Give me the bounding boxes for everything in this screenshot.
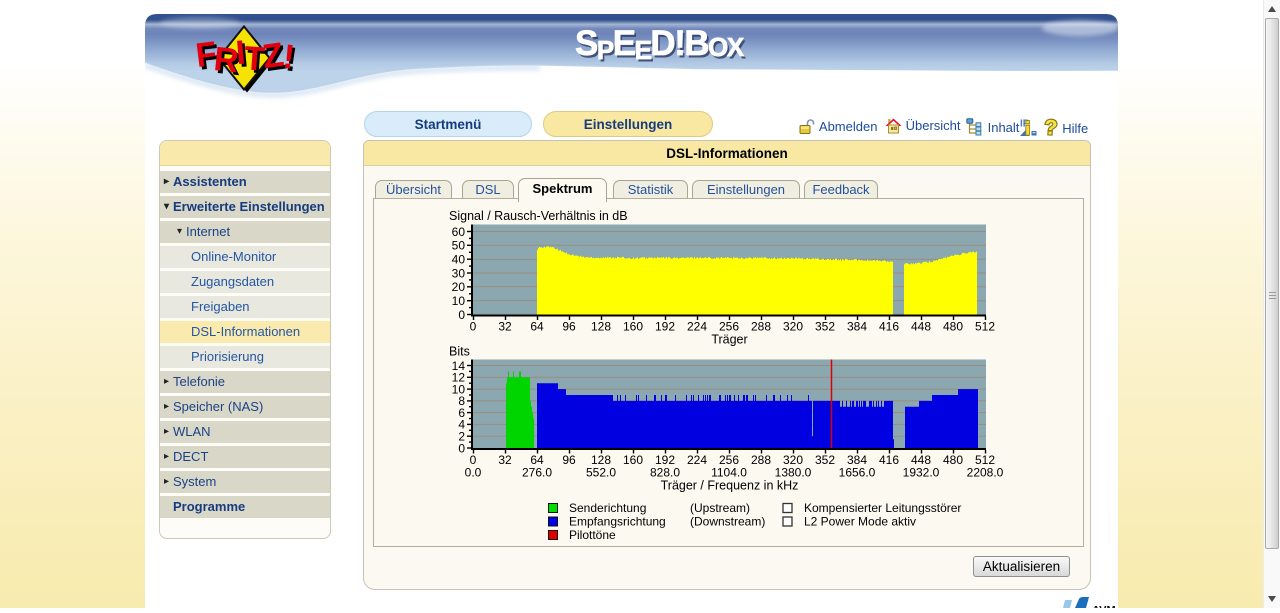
svg-text:Bits: Bits — [449, 345, 470, 359]
svg-text:Kompensierter Leitungsstörer: Kompensierter Leitungsstörer — [804, 501, 961, 515]
svg-text:352: 352 — [815, 320, 835, 334]
svg-text:320: 320 — [783, 320, 803, 334]
svg-text:60: 60 — [452, 225, 466, 239]
svg-text:14: 14 — [452, 359, 466, 373]
svg-text:416: 416 — [879, 453, 899, 467]
svg-text:2208.0: 2208.0 — [967, 466, 1004, 480]
svg-text:224: 224 — [687, 320, 707, 334]
svg-text:10: 10 — [452, 294, 466, 308]
svg-text:1380.0: 1380.0 — [775, 466, 812, 480]
svg-text:160: 160 — [623, 320, 643, 334]
svg-text:?: ? — [1044, 118, 1058, 137]
svg-text:276.0: 276.0 — [522, 466, 552, 480]
svg-text:32: 32 — [498, 453, 512, 467]
svg-text:64: 64 — [530, 320, 544, 334]
svg-text:96: 96 — [562, 453, 576, 467]
svg-text:20: 20 — [452, 280, 466, 294]
svg-text:552.0: 552.0 — [586, 466, 616, 480]
svg-text:Senderichtung: Senderichtung — [569, 501, 646, 515]
svg-text:0: 0 — [470, 320, 477, 334]
svg-text:416: 416 — [879, 320, 899, 334]
svg-text:40: 40 — [452, 253, 466, 267]
svg-text:0: 0 — [458, 308, 465, 322]
svg-text:96: 96 — [562, 320, 576, 334]
svg-text:Pilottöne: Pilottöne — [569, 528, 616, 542]
svg-text:480: 480 — [943, 320, 963, 334]
svg-text:1656.0: 1656.0 — [839, 466, 876, 480]
svg-text:L2 Power Mode aktiv: L2 Power Mode aktiv — [804, 515, 916, 529]
svg-text:224: 224 — [687, 453, 707, 467]
svg-text:448: 448 — [911, 320, 931, 334]
svg-text:256: 256 — [719, 320, 739, 334]
svg-text:192: 192 — [655, 320, 675, 334]
svg-text:32: 32 — [498, 320, 512, 334]
svg-text:288: 288 — [751, 453, 771, 467]
svg-text:352: 352 — [815, 453, 835, 467]
svg-text:AVM: AVM — [1092, 605, 1116, 609]
svg-text:512: 512 — [975, 320, 995, 334]
svg-text:1104.0: 1104.0 — [711, 466, 747, 480]
svg-text:480: 480 — [943, 453, 963, 467]
svg-text:Träger / Frequenz in kHz: Träger / Frequenz in kHz — [661, 479, 799, 493]
svg-text:Träger: Träger — [711, 333, 747, 347]
svg-text:828.0: 828.0 — [650, 466, 680, 480]
svg-text:128: 128 — [591, 320, 611, 334]
svg-text:Signal / Rausch-Verhältnis in: Signal / Rausch-Verhältnis in dB — [449, 209, 628, 223]
svg-text:288: 288 — [751, 320, 771, 334]
svg-text:160: 160 — [623, 453, 643, 467]
svg-text:(Downstream): (Downstream) — [690, 515, 765, 529]
svg-text:Empfangsrichtung: Empfangsrichtung — [569, 515, 666, 529]
svg-text:30: 30 — [452, 266, 466, 280]
svg-text:1932.0: 1932.0 — [903, 466, 940, 480]
svg-text:(Upstream): (Upstream) — [690, 501, 750, 515]
svg-text:384: 384 — [847, 320, 867, 334]
svg-text:0.0: 0.0 — [465, 466, 482, 480]
svg-text:50: 50 — [452, 239, 466, 253]
